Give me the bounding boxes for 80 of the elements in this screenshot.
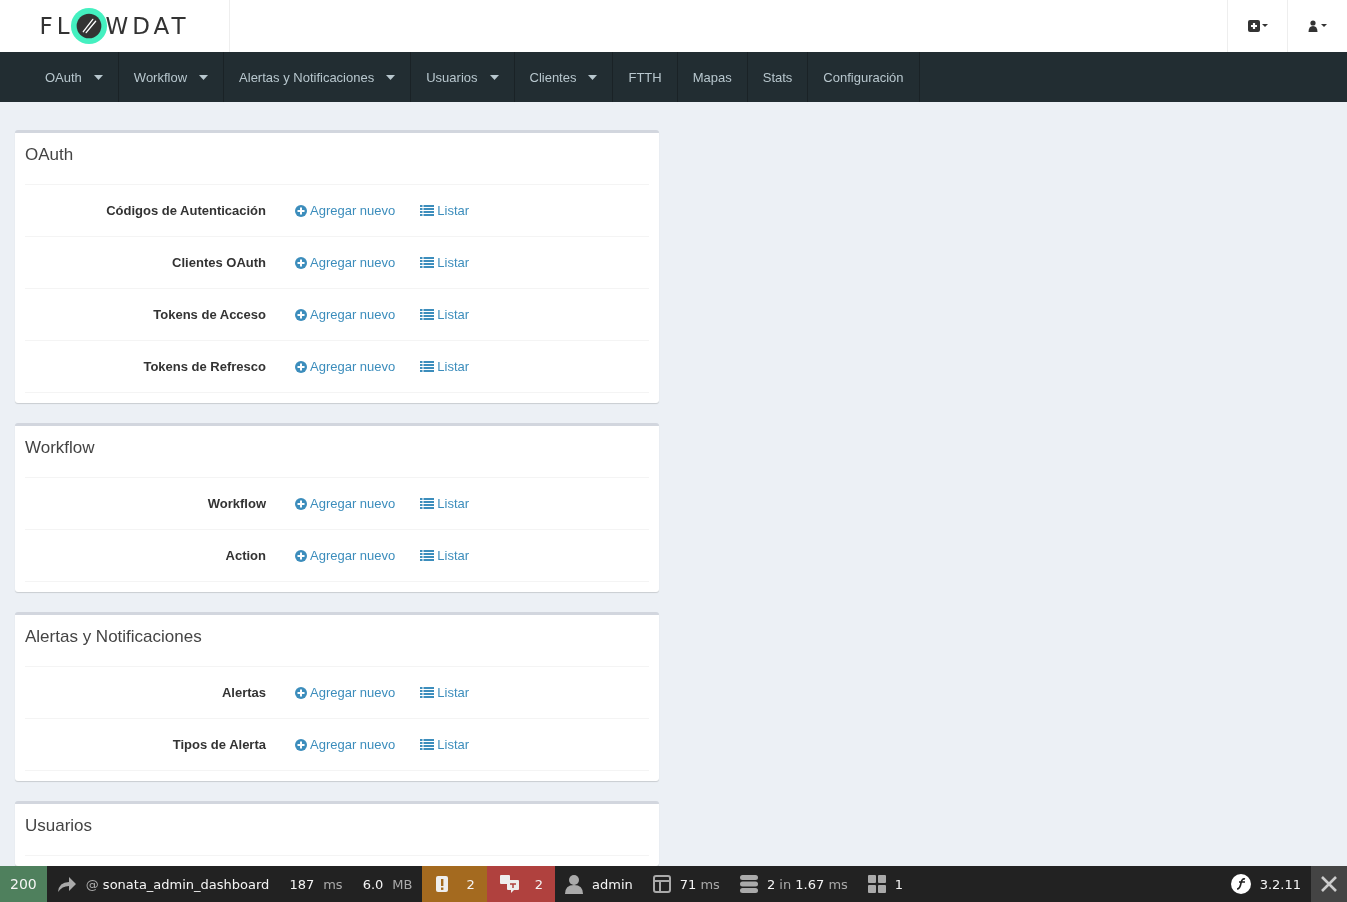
group-title: OAuth — [25, 133, 649, 185]
admin-label: Tokens de Acceso — [152, 307, 266, 322]
admin-label: Tipos de Alerta — [171, 737, 266, 752]
render-time[interactable]: 71 ms — [679, 876, 720, 892]
nav-menu-item[interactable]: Configuración — [808, 52, 920, 102]
request-time[interactable]: 187 ms — [279, 866, 353, 902]
plus-circle-icon — [295, 256, 307, 269]
flowdat-logo[interactable]: FL WDAT — [39, 7, 190, 45]
list-link[interactable]: Listar — [420, 359, 470, 374]
plus-circle-icon — [295, 360, 307, 373]
form-count[interactable]: 1 — [894, 876, 904, 892]
symfony-logo-icon — [1230, 874, 1251, 894]
status-code[interactable]: 200 — [0, 866, 47, 902]
group-title: Alertas y Notificaciones — [25, 615, 649, 667]
list-link[interactable]: Listar — [420, 685, 470, 700]
plus-circle-icon — [295, 497, 307, 510]
close-button[interactable] — [1311, 866, 1347, 902]
close-icon — [1321, 876, 1337, 892]
list-icon — [420, 205, 435, 216]
plus-circle-icon — [295, 308, 307, 321]
add-new-link[interactable]: Agregar nuevo — [295, 255, 396, 270]
list-link[interactable]: Listar — [420, 255, 470, 270]
admin-label: Alertas — [220, 685, 266, 700]
add-new-link[interactable]: Agregar nuevo — [295, 307, 396, 322]
add-new-link[interactable]: Agregar nuevo — [295, 496, 396, 511]
list-icon — [420, 687, 435, 698]
logo-text: FL — [39, 13, 74, 39]
translation-count: 2 — [534, 876, 544, 892]
exclamation-icon — [434, 875, 451, 893]
nav-menu-item[interactable]: Mapas — [677, 52, 748, 102]
add-new-link[interactable]: Agregar nuevo — [295, 685, 396, 700]
symfony-version[interactable]: 3.2.11 — [1259, 876, 1301, 892]
list-icon — [420, 550, 435, 561]
forward-arrow-icon — [56, 875, 77, 893]
translations-panel[interactable]: 2 — [486, 866, 556, 902]
plus-circle-icon — [295, 738, 307, 751]
user-icon — [1307, 20, 1328, 32]
user-name[interactable]: admin — [592, 876, 633, 892]
group-title: Workflow — [25, 426, 649, 478]
database-icon — [739, 875, 758, 893]
list-icon — [420, 739, 435, 750]
plus-circle-icon — [295, 686, 307, 699]
admin-label: Action — [224, 548, 266, 563]
nav-menu-item[interactable]: Alertas y Notificaciones — [224, 52, 412, 102]
list-link[interactable]: Listar — [420, 548, 470, 563]
add-new-link[interactable]: Agregar nuevo — [295, 548, 396, 563]
admin-label: Tokens de Refresco — [142, 359, 266, 374]
admin-label: Clientes OAuth — [171, 255, 266, 270]
memory-usage[interactable]: 6.0 MB — [352, 866, 423, 902]
list-link[interactable]: Listar — [420, 737, 470, 752]
add-new-link[interactable]: Agregar nuevo — [295, 359, 396, 374]
deprecation-count: 2 — [466, 876, 475, 892]
add-new-link[interactable]: Agregar nuevo — [295, 737, 396, 752]
list-link[interactable]: Listar — [420, 496, 470, 511]
route-name[interactable]: @ sonata_admin_dashboard — [85, 876, 270, 892]
list-link[interactable]: Listar — [420, 203, 470, 218]
deprecations-panel[interactable]: 2 — [422, 866, 487, 902]
logo-text: WDAT — [105, 13, 190, 39]
layout-icon — [652, 875, 671, 893]
list-link[interactable]: Listar — [420, 307, 470, 322]
add-new-link[interactable]: Agregar nuevo — [295, 203, 396, 218]
nav-menu-item[interactable]: FTTH — [613, 52, 678, 102]
list-icon — [420, 309, 435, 320]
nav-menu-item[interactable]: OAuth — [30, 52, 119, 102]
query-stats[interactable]: 2 in 1.67 ms — [766, 876, 848, 892]
nav-menu-item[interactable]: Usuarios — [411, 52, 515, 102]
user-icon — [565, 874, 584, 894]
nav-menu-item[interactable]: Workflow — [118, 52, 225, 102]
plus-circle-icon — [295, 549, 307, 562]
plus-square-icon — [1247, 20, 1268, 32]
list-icon — [420, 498, 435, 509]
admin-label: Códigos de Autenticación — [105, 203, 266, 218]
nav-menu-item[interactable]: Stats — [747, 52, 809, 102]
list-icon — [420, 361, 435, 372]
list-icon — [420, 257, 435, 268]
plus-circle-icon — [295, 204, 307, 217]
admin-label: Workflow — [206, 496, 266, 511]
nav-menu-item[interactable]: Clientes — [514, 52, 614, 102]
grid-icon — [867, 875, 886, 893]
group-title: Usuarios — [25, 804, 649, 856]
